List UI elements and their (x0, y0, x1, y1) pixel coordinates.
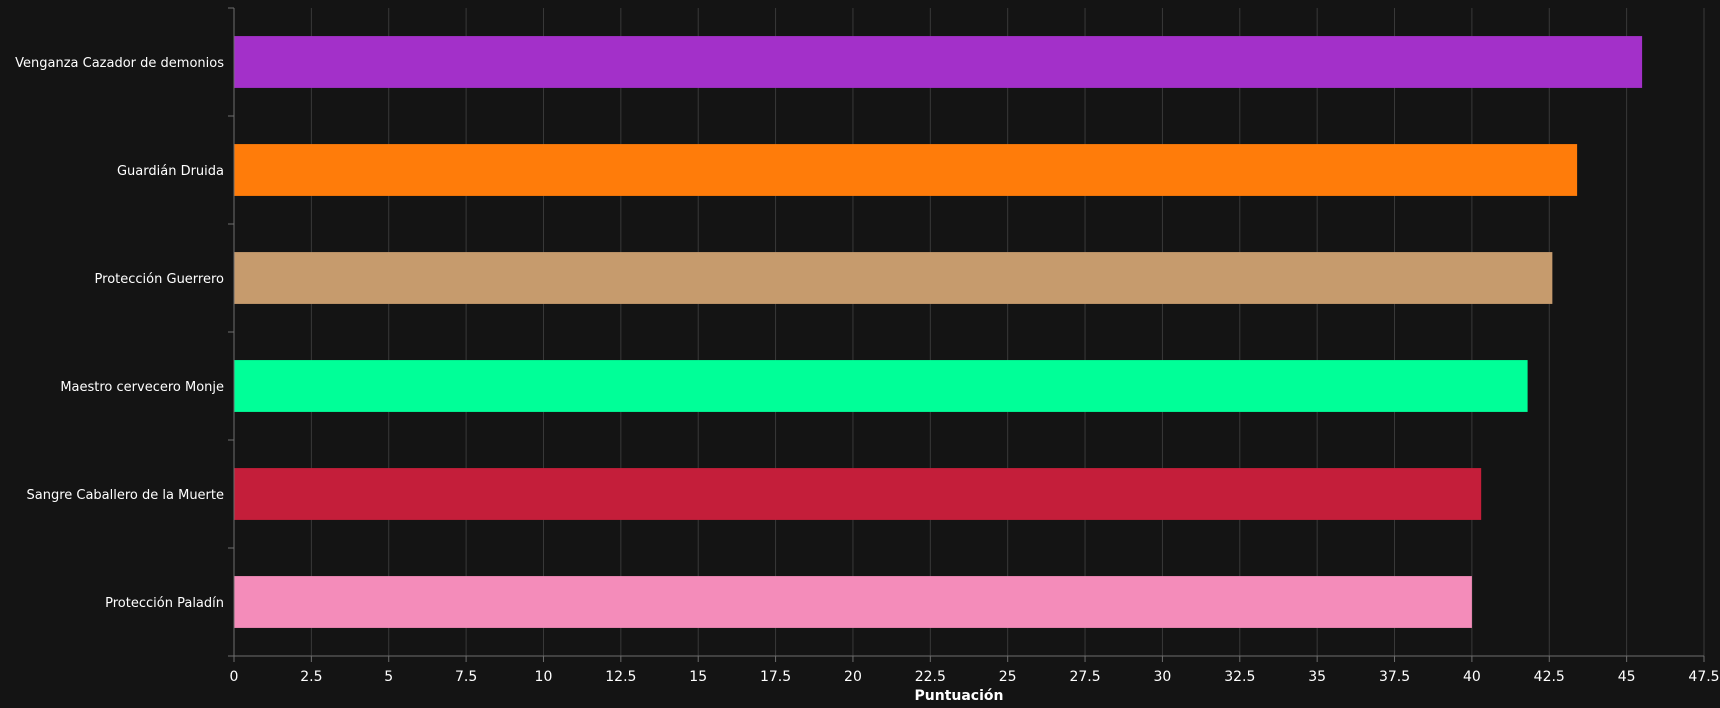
bar[interactable] (234, 576, 1472, 628)
x-tick-label: 30 (1154, 669, 1172, 685)
x-tick-label: 0 (230, 669, 239, 685)
category-label: Venganza Cazador de demonios (15, 56, 224, 71)
category-label: Sangre Caballero de la Muerte (26, 488, 224, 503)
x-tick-label: 45 (1618, 669, 1636, 685)
x-tick-label: 37.5 (1379, 669, 1410, 685)
bar[interactable] (234, 360, 1528, 412)
x-tick-label: 27.5 (1069, 669, 1100, 685)
x-tick-label: 42.5 (1534, 669, 1565, 685)
x-tick-label: 15 (689, 669, 707, 685)
bar[interactable] (234, 36, 1643, 88)
axes (228, 7, 1705, 662)
bar[interactable] (234, 144, 1578, 196)
x-tick-label: 35 (1308, 669, 1326, 685)
x-tick-label: 25 (999, 669, 1017, 685)
x-tick-label: 12.5 (605, 669, 636, 685)
category-label: Guardián Druida (117, 164, 224, 179)
x-axis-title: Puntuación (915, 688, 1004, 704)
bar[interactable] (234, 252, 1553, 304)
category-label: Protección Paladín (105, 596, 224, 611)
bars (234, 36, 1643, 628)
x-tick-label: 47.5 (1688, 669, 1719, 685)
x-tick-label: 22.5 (915, 669, 946, 685)
bar[interactable] (234, 468, 1482, 520)
x-tick-label: 10 (535, 669, 553, 685)
category-label: Maestro cervecero Monje (60, 380, 224, 395)
x-tick-label: 2.5 (300, 669, 322, 685)
category-label: Protección Guerrero (95, 272, 224, 287)
x-tick-label: 40 (1463, 669, 1481, 685)
x-tick-label: 5 (384, 669, 393, 685)
bar-chart: 0 2.5 5 7.5 10 12.5 15 17.5 20 22.5 25 27.5 30 32.5 35… (15, 7, 1720, 704)
x-tick-label: 20 (844, 669, 862, 685)
chart-container: 0 2.5 5 7.5 10 12.5 15 17.5 20 22.5 25 27.5 30 32.5 35… (0, 0, 1720, 708)
x-tick-label: 32.5 (1224, 669, 1255, 685)
x-tick-label: 7.5 (455, 669, 477, 685)
x-tick-label: 17.5 (760, 669, 791, 685)
grid-lines (310, 8, 1705, 656)
